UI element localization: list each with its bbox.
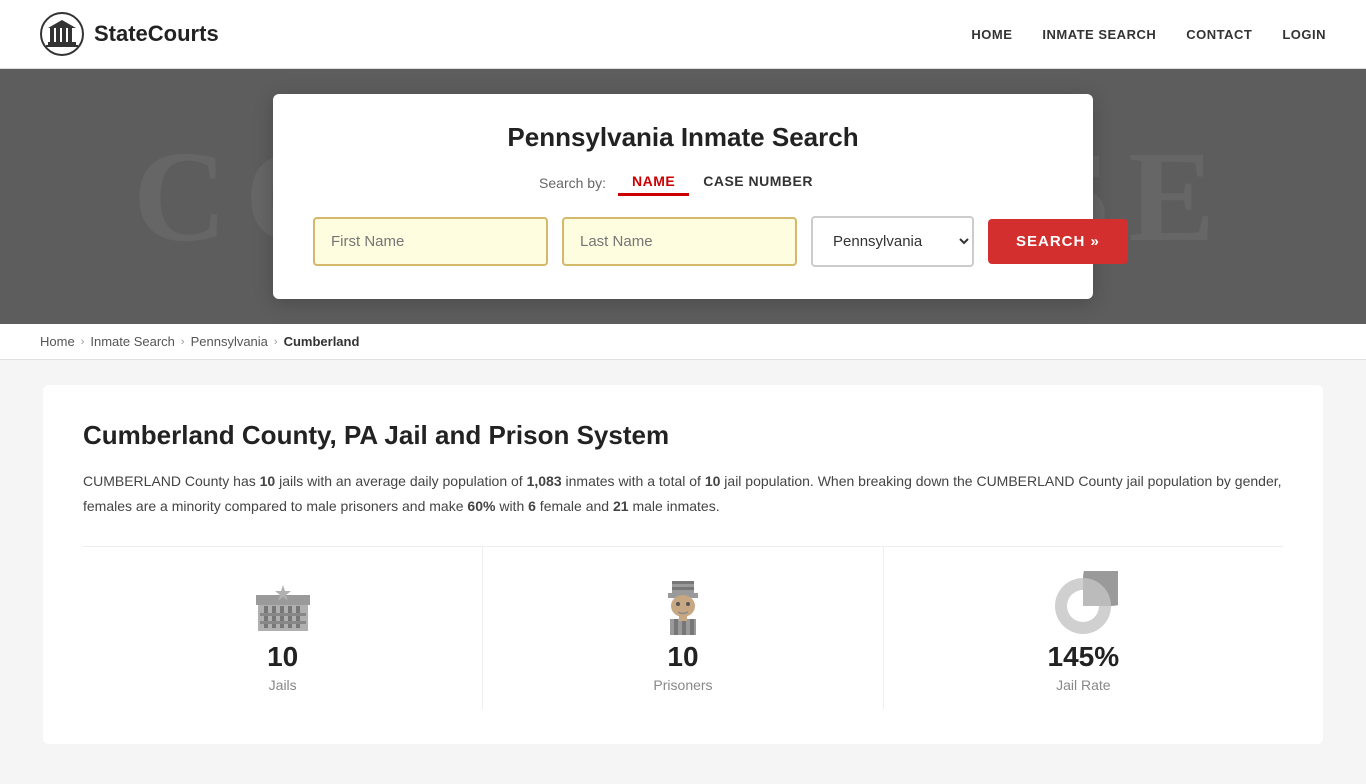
breadcrumb-home[interactable]: Home <box>40 334 75 349</box>
search-by-label: Search by: <box>539 175 606 191</box>
logo-area: StateCourts <box>40 12 219 56</box>
stat-prisoners: 10 Prisoners <box>483 547 883 709</box>
content-description: CUMBERLAND County has 10 jails with an a… <box>83 469 1283 518</box>
stat-jails: 10 Jails <box>83 547 483 709</box>
nav-home[interactable]: HOME <box>971 27 1012 42</box>
stat-jail-rate: 145% Jail Rate <box>884 547 1283 709</box>
breadcrumb-current: Cumberland <box>284 334 360 349</box>
stats-row: 10 Jails <box>83 546 1283 709</box>
nav-login[interactable]: LOGIN <box>1282 27 1326 42</box>
breadcrumb-sep-2: › <box>181 336 185 348</box>
nav-contact[interactable]: CONTACT <box>1186 27 1252 42</box>
stat-rate-value: 145% <box>1048 641 1120 673</box>
search-card: Pennsylvania Inmate Search Search by: NA… <box>273 94 1093 299</box>
breadcrumb-inmate-search[interactable]: Inmate Search <box>90 334 175 349</box>
breadcrumb-pennsylvania[interactable]: Pennsylvania <box>191 334 268 349</box>
logo-icon <box>40 12 84 56</box>
breadcrumb-sep-1: › <box>81 336 85 348</box>
breadcrumb-sep-3: › <box>274 336 278 348</box>
breadcrumb: Home › Inmate Search › Pennsylvania › Cu… <box>0 324 1366 360</box>
stat-prisoners-label: Prisoners <box>653 677 712 693</box>
search-tabs-row: Search by: NAME CASE NUMBER <box>313 169 1053 196</box>
state-select[interactable]: Pennsylvania AlabamaAlaskaArizona Arkans… <box>811 216 974 267</box>
stat-prisoners-value: 10 <box>667 641 698 673</box>
jail-icon <box>248 571 318 641</box>
main-content: Cumberland County, PA Jail and Prison Sy… <box>0 360 1366 784</box>
stat-jails-label: Jails <box>269 677 297 693</box>
navbar: StateCourts HOME INMATE SEARCH CONTACT L… <box>0 0 1366 69</box>
stat-jails-value: 10 <box>267 641 298 673</box>
first-name-input[interactable] <box>313 217 548 266</box>
nav-links: HOME INMATE SEARCH CONTACT LOGIN <box>971 27 1326 42</box>
rate-icon <box>1048 571 1118 641</box>
last-name-input[interactable] <box>562 217 797 266</box>
search-fields: Pennsylvania AlabamaAlaskaArizona Arkans… <box>313 216 1053 267</box>
search-card-title: Pennsylvania Inmate Search <box>313 122 1053 153</box>
prisoner-icon <box>648 571 718 641</box>
hero: COURTHOUSE Pennsylvania Inmate Search Se… <box>0 69 1366 324</box>
tab-case-number[interactable]: CASE NUMBER <box>689 169 827 196</box>
stat-rate-label: Jail Rate <box>1056 677 1110 693</box>
tab-name[interactable]: NAME <box>618 169 689 196</box>
nav-inmate-search[interactable]: INMATE SEARCH <box>1042 27 1156 42</box>
content-title: Cumberland County, PA Jail and Prison Sy… <box>83 420 1283 451</box>
logo-text[interactable]: StateCourts <box>94 21 219 47</box>
search-button[interactable]: SEARCH » <box>988 219 1128 264</box>
content-card: Cumberland County, PA Jail and Prison Sy… <box>43 385 1323 744</box>
